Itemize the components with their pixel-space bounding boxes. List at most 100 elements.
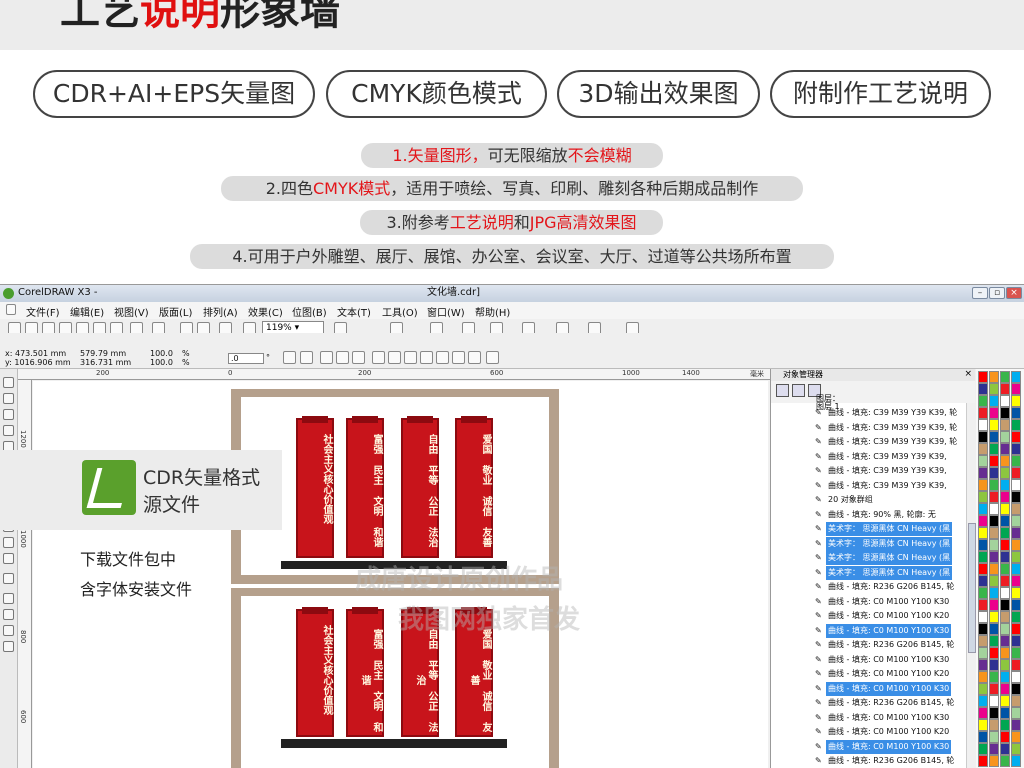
color-swatch[interactable] (1000, 539, 1010, 551)
color-swatch[interactable] (1011, 659, 1021, 671)
combine-icon[interactable] (436, 351, 449, 364)
color-swatch[interactable] (1000, 395, 1010, 407)
color-swatch[interactable] (978, 491, 988, 503)
color-swatch[interactable] (978, 611, 988, 623)
color-swatch[interactable] (1000, 755, 1010, 767)
interactive-tool-icon[interactable] (3, 573, 14, 584)
maximize-button[interactable]: ▫ (989, 287, 1005, 299)
color-swatch[interactable] (989, 743, 999, 755)
menu-help[interactable]: 帮助(H) (475, 304, 510, 319)
color-swatch[interactable] (978, 671, 988, 683)
color-swatch[interactable] (1011, 647, 1021, 659)
color-swatch[interactable] (1000, 587, 1010, 599)
menu-tools[interactable]: 工具(O) (382, 304, 418, 319)
color-swatch[interactable] (989, 671, 999, 683)
color-swatch[interactable] (1011, 695, 1021, 707)
color-swatch[interactable] (1011, 743, 1021, 755)
color-swatch[interactable] (1000, 383, 1010, 395)
edit-across-layers-icon[interactable] (792, 384, 805, 397)
color-swatch[interactable] (978, 731, 988, 743)
menu-text[interactable]: 文本(T) (337, 304, 371, 319)
color-swatch[interactable] (978, 755, 988, 767)
color-swatch[interactable] (1000, 731, 1010, 743)
color-swatch[interactable] (989, 491, 999, 503)
color-swatch[interactable] (1000, 743, 1010, 755)
rotation-field[interactable]: .0 (228, 353, 264, 364)
color-swatch[interactable] (1011, 563, 1021, 575)
boundary-icon[interactable] (420, 351, 433, 364)
menu-window[interactable]: 窗口(W) (427, 304, 465, 319)
color-swatch[interactable] (978, 443, 988, 455)
outline-icon[interactable] (486, 351, 499, 364)
drawing-canvas[interactable]: 社会主义核心价值观 富强 民主 文明 和谐 自由 平等 公正 法治 爱国 敬业 … (33, 381, 768, 768)
object-list-scrollbar[interactable] (966, 403, 976, 768)
object-row[interactable]: ✎ 曲线 - 填充: C39 M39 Y39 K39, 轮 (771, 435, 966, 449)
eyedropper-tool-icon[interactable] (3, 593, 14, 604)
interactive-fill-tool-icon[interactable] (3, 641, 14, 652)
color-swatch[interactable] (1000, 599, 1010, 611)
outline-tool-icon[interactable] (3, 609, 14, 620)
color-swatch[interactable] (1000, 419, 1010, 431)
color-swatch[interactable] (1011, 419, 1021, 431)
color-swatch[interactable] (989, 575, 999, 587)
menu-arrange[interactable]: 排列(A) (203, 304, 238, 319)
front-minus-back-icon[interactable] (388, 351, 401, 364)
object-row[interactable]: ✎ 曲线 - 填充: 90% 黑, 轮廓: 无 (771, 508, 966, 522)
object-row[interactable]: ✎ 曲线 - 填充: C0 M100 Y100 K30 (771, 653, 966, 667)
color-swatch[interactable] (989, 503, 999, 515)
color-swatch[interactable] (978, 479, 988, 491)
color-swatch[interactable] (978, 719, 988, 731)
banner-top-3[interactable]: 自由 平等 公正 法治 (401, 416, 439, 558)
x-position[interactable]: x: 473.501 mm (5, 349, 66, 358)
weld-icon[interactable] (320, 351, 333, 364)
color-swatch[interactable] (989, 563, 999, 575)
object-row[interactable]: ✎ 曲线 - 填充: C0 M100 Y100 K30 (771, 623, 966, 638)
height-field[interactable]: 316.731 mm (80, 358, 131, 367)
color-swatch[interactable] (978, 635, 988, 647)
color-swatch[interactable] (989, 755, 999, 767)
object-row[interactable]: ✎ 曲线 - 填充: C0 M100 Y100 K20 (771, 609, 966, 623)
color-swatch[interactable] (1011, 611, 1021, 623)
color-swatch[interactable] (989, 695, 999, 707)
color-swatch[interactable] (978, 455, 988, 467)
crop-tool-icon[interactable] (3, 409, 14, 420)
width-field[interactable]: 579.79 mm (80, 349, 126, 358)
color-swatch[interactable] (989, 371, 999, 383)
color-swatch[interactable] (1011, 539, 1021, 551)
object-row[interactable]: ✎ 曲线 - 填充: C39 M39 Y39 K39, 轮 (771, 406, 966, 420)
color-swatch[interactable] (978, 551, 988, 563)
color-swatch[interactable] (1011, 515, 1021, 527)
color-swatch[interactable] (1000, 575, 1010, 587)
object-row[interactable]: ✎ 曲线 - 填充: C39 M39 Y39 K39, (771, 450, 966, 464)
color-swatch[interactable] (989, 551, 999, 563)
color-swatch[interactable] (1000, 431, 1010, 443)
color-swatch[interactable] (1011, 455, 1021, 467)
color-swatch[interactable] (989, 479, 999, 491)
object-row[interactable]: ✎ 美术字： 思源黑体 CN Heavy (黑 (771, 522, 966, 536)
color-swatch[interactable] (1011, 671, 1021, 683)
color-swatch[interactable] (989, 707, 999, 719)
color-swatch[interactable] (978, 647, 988, 659)
color-swatch[interactable] (1000, 671, 1010, 683)
color-swatch[interactable] (1000, 515, 1010, 527)
color-swatch[interactable] (1011, 491, 1021, 503)
object-row[interactable]: ✎ 美术字： 思源黑体 CN Heavy (黑 (771, 551, 966, 565)
color-swatch[interactable] (1011, 551, 1021, 563)
color-swatch[interactable] (978, 371, 988, 383)
color-swatch[interactable] (978, 467, 988, 479)
color-swatch[interactable] (1000, 563, 1010, 575)
color-swatch[interactable] (1011, 371, 1021, 383)
color-swatch[interactable] (1011, 635, 1021, 647)
banner-bottom-2[interactable]: 富强 民主 文明 和谐 (346, 607, 384, 737)
color-swatch[interactable] (978, 563, 988, 575)
color-swatch[interactable] (989, 587, 999, 599)
color-swatch[interactable] (1000, 647, 1010, 659)
shape-tool-icon[interactable] (3, 393, 14, 404)
scale-x-field[interactable]: 100.0 (150, 349, 173, 358)
color-swatch[interactable] (989, 419, 999, 431)
color-swatch[interactable] (978, 683, 988, 695)
color-swatch[interactable] (989, 599, 999, 611)
color-swatch[interactable] (978, 599, 988, 611)
color-swatch[interactable] (1000, 623, 1010, 635)
color-swatch[interactable] (989, 623, 999, 635)
